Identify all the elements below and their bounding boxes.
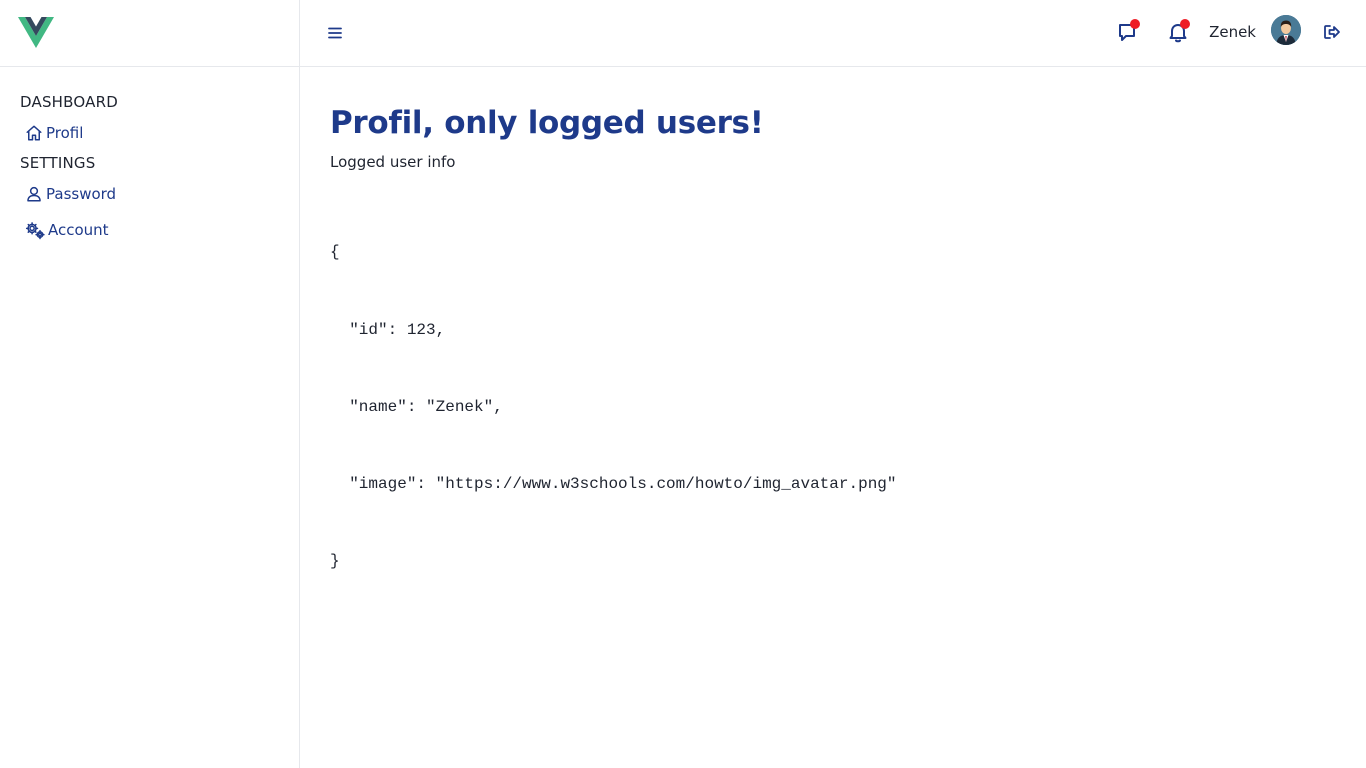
notifications-button[interactable] xyxy=(1166,19,1190,44)
section-dashboard: DASHBOARD xyxy=(20,93,118,111)
sidebar-item-label: Account xyxy=(48,221,109,239)
json-line: } xyxy=(330,551,340,570)
topbar: Zenek xyxy=(300,0,1366,67)
user-icon xyxy=(27,186,41,202)
json-line: "id": 123, xyxy=(330,320,446,339)
page-title: Profil, only logged users! xyxy=(330,105,764,141)
home-icon xyxy=(26,125,42,141)
user-info-json: { "id": 123, "name": "Zenek", "image": "… xyxy=(330,189,1366,626)
section-settings: SETTINGS xyxy=(20,154,96,172)
bell-notification-dot xyxy=(1180,19,1190,29)
main-content: Profil, only logged users! Logged user i… xyxy=(330,67,1366,626)
json-line: "name": "Zenek", xyxy=(330,397,503,416)
sidebar: DASHBOARD Profil SETTINGS Password Accou… xyxy=(0,0,300,768)
chat-notification-dot xyxy=(1130,19,1140,29)
avatar[interactable] xyxy=(1271,15,1301,45)
sidebar-nav: DASHBOARD Profil SETTINGS Password Accou… xyxy=(0,67,299,241)
topbar-right: Zenek xyxy=(1066,0,1366,66)
avatar-image xyxy=(1271,15,1301,45)
chat-button[interactable] xyxy=(1116,19,1140,44)
sidebar-item-account[interactable]: Account xyxy=(0,219,299,241)
page-subtitle: Logged user info xyxy=(330,153,456,171)
logout-button[interactable] xyxy=(1322,22,1342,42)
username: Zenek xyxy=(1209,23,1256,41)
sidebar-item-profil[interactable]: Profil xyxy=(0,122,299,144)
vue-logo[interactable] xyxy=(18,17,54,48)
sidebar-item-label: Password xyxy=(46,185,117,203)
json-line: "image": "https://www.w3schools.com/howt… xyxy=(330,474,897,493)
logout-icon xyxy=(1324,25,1340,39)
gears-icon xyxy=(25,222,45,240)
hamburger-icon[interactable] xyxy=(327,25,343,41)
logo-area xyxy=(0,0,299,67)
sidebar-item-label: Profil xyxy=(46,124,84,142)
sidebar-item-password[interactable]: Password xyxy=(0,183,299,205)
json-line: { xyxy=(330,243,340,262)
